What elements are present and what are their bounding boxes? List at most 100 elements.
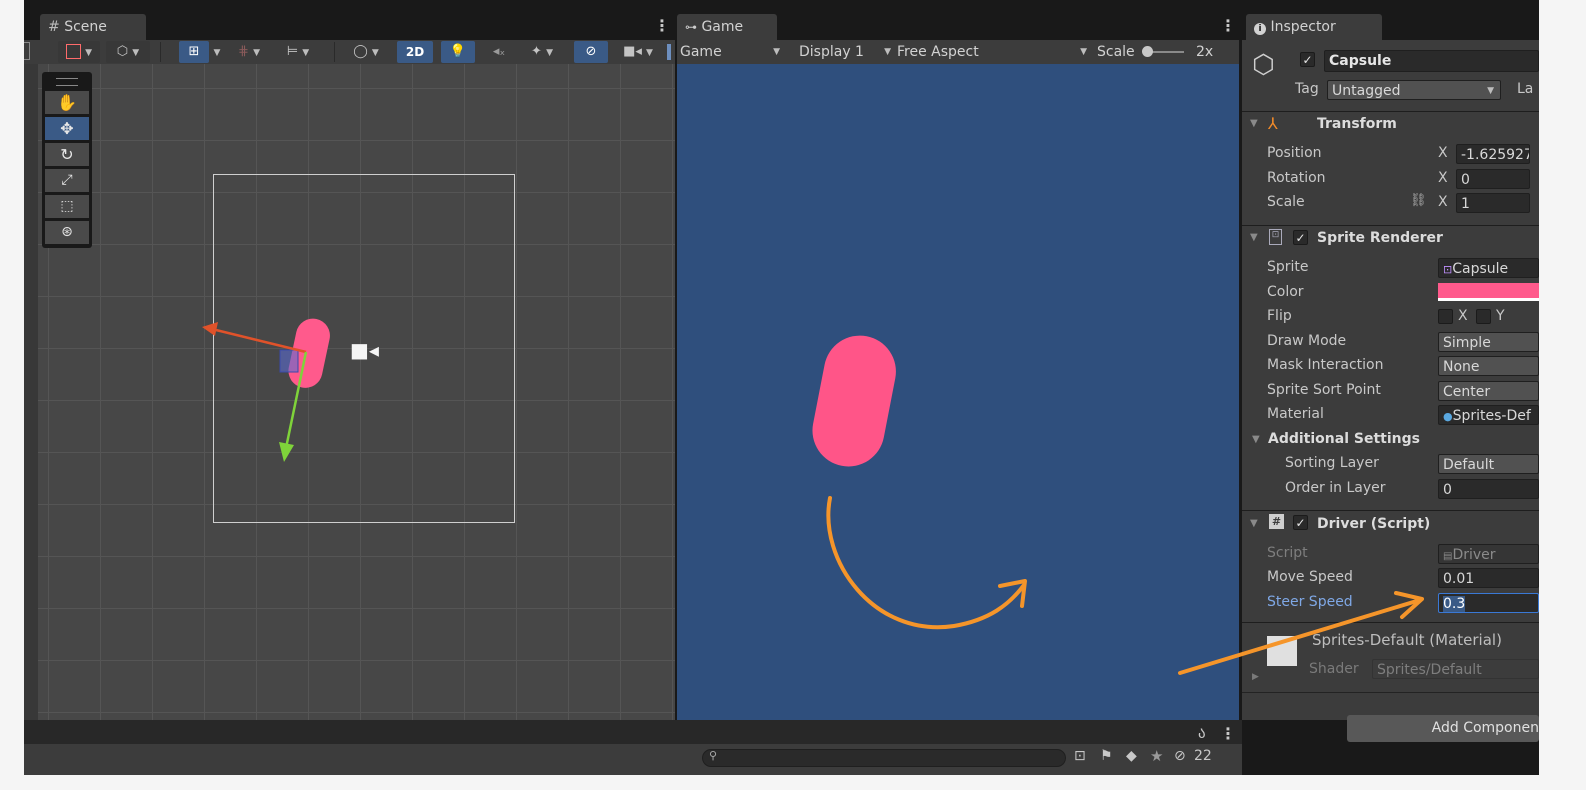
scale-x-field[interactable]: 1 xyxy=(1456,193,1530,213)
move-speed-field[interactable]: 0.01 xyxy=(1438,568,1539,588)
add-component-button[interactable]: Add Componen xyxy=(1347,715,1539,742)
game-tab-label: Game xyxy=(701,19,744,35)
scale-tool-icon[interactable]: ⤢ xyxy=(45,169,89,192)
additional-settings-foldout-icon[interactable]: ▼ xyxy=(1252,434,1260,445)
game-view-select[interactable]: Game ▼ xyxy=(680,42,784,62)
audio-button[interactable]: ◂ₓ xyxy=(484,41,514,63)
filter-by-label-icon[interactable]: ⚑ xyxy=(1100,748,1113,764)
camera-button[interactable]: ■◂ ▼ xyxy=(616,41,660,63)
info-icon: i xyxy=(1254,23,1266,35)
material-field[interactable]: ●Sprites-Def xyxy=(1438,405,1539,425)
tool-palette-handle[interactable] xyxy=(56,78,78,86)
flip-x-checkbox[interactable] xyxy=(1438,309,1453,324)
draw-mode-select[interactable]: Simple xyxy=(1438,332,1539,352)
grid-snap-dropdown[interactable]: ▼ xyxy=(209,41,225,63)
move-speed-label: Move Speed xyxy=(1267,569,1353,585)
tag-select-value: Untagged xyxy=(1332,83,1401,99)
grid-snap-icon: ⊞ xyxy=(188,44,200,59)
scene-objects[interactable] xyxy=(184,300,444,480)
tab-game[interactable]: ⊶ Game xyxy=(677,14,777,40)
move-tool-icon[interactable]: ✥ xyxy=(45,117,89,140)
position-x-field[interactable]: -1.625927 xyxy=(1456,144,1530,164)
gizmos-button[interactable]: ◯ ▼ xyxy=(344,41,388,63)
order-in-layer-field[interactable]: 0 xyxy=(1438,479,1539,499)
color-swatch[interactable] xyxy=(1438,283,1539,301)
visibility-button[interactable]: ⊘ xyxy=(574,41,608,63)
foldout-arrow-icon[interactable]: ▼ xyxy=(1250,118,1258,129)
driver-enabled-checkbox[interactable]: ✓ xyxy=(1293,515,1308,530)
foldout-arrow-icon[interactable]: ▼ xyxy=(1250,232,1258,243)
sprite-renderer-enabled-checkbox[interactable]: ✓ xyxy=(1293,230,1308,245)
lighting-button[interactable]: 💡 xyxy=(441,41,475,63)
tab-inspector[interactable]: i Inspector xyxy=(1246,14,1382,40)
cube-icon: ⬡ xyxy=(116,44,129,59)
annotation-curved-arrow xyxy=(826,496,1027,630)
scale-slider-thumb[interactable] xyxy=(1142,46,1153,57)
steer-speed-field[interactable]: 0.3 xyxy=(1438,593,1539,613)
search-input[interactable]: ⚲ xyxy=(702,749,1066,767)
sprite-field[interactable]: ⊡Capsule xyxy=(1438,258,1539,278)
hidden-packages-icon[interactable]: ⊘ xyxy=(1174,748,1186,764)
sprite-renderer-icon: ⊡ xyxy=(1269,229,1282,245)
chevron-down-icon: ▼ xyxy=(85,48,93,58)
object-name-field[interactable]: Capsule xyxy=(1324,50,1539,72)
tab-scene[interactable]: # Scene xyxy=(40,14,146,40)
lock-icon[interactable]: ა xyxy=(1198,724,1206,742)
rotation-x-field[interactable]: 0 xyxy=(1456,169,1530,189)
tag-label: Tag xyxy=(1295,81,1319,97)
toolbar-overflow[interactable] xyxy=(667,44,671,60)
script-icon: # xyxy=(1269,514,1284,529)
mode-2d-button[interactable]: 2D xyxy=(397,41,433,63)
chevron-down-icon: ▼ xyxy=(132,48,140,58)
scene-menu-icon[interactable]: ⋮ xyxy=(654,16,670,35)
additional-settings-title[interactable]: Additional Settings xyxy=(1268,431,1420,447)
rotate-tool-icon[interactable]: ↻ xyxy=(45,143,89,166)
panel-divider[interactable] xyxy=(675,12,677,720)
favorite-star-icon[interactable]: ★ xyxy=(1150,747,1163,765)
gizmo-x-axis xyxy=(215,328,307,354)
bottom-menu-icon[interactable]: ⋮ xyxy=(1220,724,1236,743)
filter-by-type-icon[interactable]: ⊡ xyxy=(1074,748,1086,764)
game-menu-icon[interactable]: ⋮ xyxy=(1220,16,1236,35)
tag-select[interactable]: Untagged ▼ xyxy=(1327,80,1501,100)
hand-tool-icon[interactable]: ✋ xyxy=(45,91,89,114)
left-edge-button[interactable] xyxy=(24,42,30,60)
script-field-value: Driver xyxy=(1452,547,1496,563)
grid-snap-button[interactable]: ⊞ xyxy=(179,41,209,63)
chevron-down-icon: ▼ xyxy=(773,47,780,57)
rotation-x-axis-label: X xyxy=(1438,170,1448,186)
increment-snap-button[interactable]: ⋕ ▼ xyxy=(228,41,270,63)
display-select[interactable]: Display 1 ▼ xyxy=(799,42,891,62)
search-icon: ⚲ xyxy=(709,749,718,762)
add-component-label: Add Componen xyxy=(1431,720,1539,736)
object-active-checkbox[interactable]: ✓ xyxy=(1300,52,1315,67)
sprite-sort-point-select[interactable]: Center xyxy=(1438,381,1539,401)
inspector-tab-label: Inspector xyxy=(1270,19,1336,35)
scene-camera-icon[interactable]: ■◂ xyxy=(350,338,379,362)
order-in-layer-label: Order in Layer xyxy=(1285,480,1386,496)
display-select-label: Display 1 xyxy=(799,44,864,60)
flip-y-checkbox[interactable] xyxy=(1476,309,1491,324)
position-label: Position xyxy=(1267,145,1322,161)
rect-tool-icon[interactable]: ⬚ xyxy=(45,195,89,218)
gizmo-x-arrowhead xyxy=(202,322,218,336)
transform-tool-icon[interactable]: ⊛ xyxy=(45,221,89,244)
mask-interaction-select[interactable]: None xyxy=(1438,356,1539,376)
effects-button[interactable]: ✦ ▼ xyxy=(520,41,564,63)
camera-icon: ■◂ xyxy=(623,44,642,59)
lightbulb-icon: 💡 xyxy=(449,44,467,59)
foldout-arrow-icon[interactable]: ▼ xyxy=(1250,518,1258,529)
draw-mode-icon xyxy=(65,44,81,59)
sprite-renderer-title: Sprite Renderer xyxy=(1317,230,1443,246)
position-x-axis-label: X xyxy=(1438,145,1448,161)
constrain-proportions-icon[interactable]: ⛓ xyxy=(1410,193,1427,208)
tag-icon[interactable]: ◆ xyxy=(1126,748,1137,764)
toolbar-separator xyxy=(160,42,161,62)
circle-icon: ◯ xyxy=(353,44,368,59)
shading-button[interactable]: ⬡ ▼ xyxy=(106,41,150,63)
script-label: Script xyxy=(1267,545,1308,561)
aspect-select[interactable]: Free Aspect ▼ xyxy=(897,42,1087,62)
align-button[interactable]: ⊨ ▼ xyxy=(276,41,320,63)
sorting-layer-select[interactable]: Default xyxy=(1438,454,1539,474)
draw-mode-button[interactable]: ▼ xyxy=(58,41,100,63)
